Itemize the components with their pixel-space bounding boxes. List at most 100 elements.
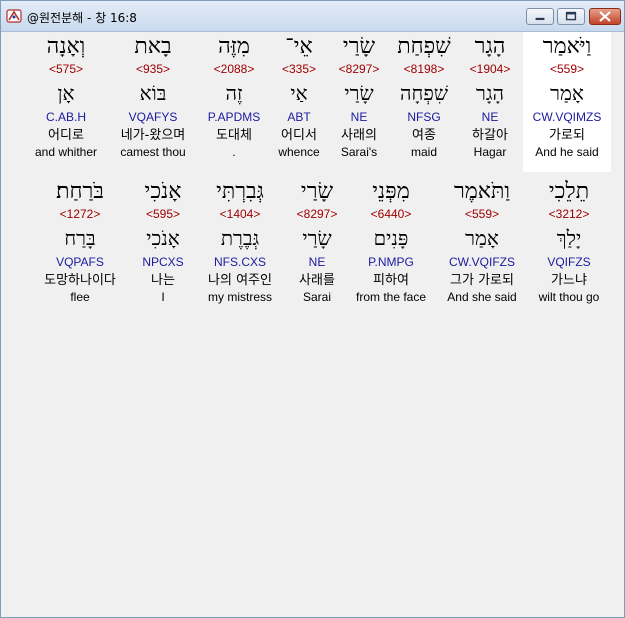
lemma-word: יָלַךְ [556,226,582,250]
lemma-word: פָּנִים [373,226,409,250]
word-cell[interactable]: שָׂרַי <8297> שָׂרַי NE 사래의 Sarai's [326,32,392,172]
parsing-code: VQAFYS [128,110,178,124]
strong-number[interactable]: <6440> [348,207,434,221]
english-gloss: maid [410,145,437,159]
lemma-word: הָגָר [476,81,504,105]
minimize-icon [535,17,545,21]
english-gloss: Sarai's [340,145,378,159]
lemma-word: שָׂרַי [302,226,332,250]
strong-number[interactable]: <1404> [198,207,282,221]
word-cell[interactable]: בֹּרַחַת׃ <1272> בָּרַח VQPAFS 도망하나이다 fl… [32,177,128,313]
hebrew-word: וַיֹּאמַר [542,34,592,59]
close-button[interactable] [589,8,621,25]
hebrew-word: גְּבִרְתִּי [216,179,264,204]
parsing-code: NPCXS [142,255,184,269]
hebrew-word: בָאת [134,34,172,59]
strong-number[interactable]: <559> [523,62,611,76]
korean-gloss: 피하여 [373,273,409,288]
strong-number[interactable]: <2088> [198,62,270,76]
strong-number[interactable]: <8297> [326,62,392,76]
close-icon [599,11,611,22]
hebrew-word: שִׁפְחַת [397,34,451,59]
hebrew-word: אָנֹכִי [144,179,182,204]
word-cell[interactable]: הָגָר <1904> הָגָר NE 하갈아 Hagar [456,32,524,172]
korean-gloss: 네가-왔으며 [120,128,186,143]
parsing-code: P.APDMS [207,110,261,124]
hebrew-word: תֵלֵכִי [548,179,590,204]
word-cell[interactable]: תֵלֵכִי <3212> יָלַךְ VQIFZS 가느냐 wilt th… [530,177,608,313]
hebrew-word: מִזֶּה [218,34,250,59]
parsing-code: NE [308,255,326,269]
strong-number[interactable]: <1904> [456,62,524,76]
lemma-word: גְּבֶרֶת [220,226,260,250]
english-gloss: my mistress [208,290,272,304]
strong-number[interactable]: <1272> [32,207,128,221]
parsing-code: NE [350,110,368,124]
hebrew-app-icon [6,8,22,24]
word-cell[interactable]: גְּבִרְתִּי <1404> גְּבֶרֶת NFS.CXS 나의 여… [198,177,282,313]
word-cell[interactable]: מִזֶּה <2088> זֶה P.APDMS 도대체 . [198,32,270,172]
parsing-code: CW.VQIFZS [449,255,515,269]
parsing-code: VQPAFS [56,255,104,269]
english-gloss: Sarai [302,290,331,304]
korean-gloss: 어디로 [48,128,84,143]
word-cell[interactable]: אָנֹכִי <595> אָנֹכִי NPCXS 나는 I [130,177,196,313]
korean-gloss: 하갈아 [472,128,508,143]
hebrew-word: שָׂרַי [342,34,376,59]
strong-number[interactable]: <559> [438,207,526,221]
parsing-code: P.NMPG [368,255,414,269]
korean-gloss: 가느냐 [551,273,587,288]
english-gloss: I [161,290,165,304]
strong-number[interactable]: <8297> [286,207,348,221]
parsing-code: VQIFZS [547,255,591,269]
english-gloss: Hagar [473,145,507,159]
korean-gloss: 도대체 [216,128,252,143]
minimize-button[interactable] [526,8,554,25]
korean-gloss: 나의 여주인 [208,273,272,288]
english-gloss: wilt thou go [538,290,600,304]
word-cell[interactable]: אֵי־ <335> אַי ABT 어디서 whence [268,32,330,172]
strong-number[interactable]: <935> [110,62,196,76]
word-cell[interactable]: בָאת <935> בּוֹא VQAFYS 네가-왔으며 camest th… [110,32,196,172]
verse-row-1: וַיֹּאמַר <559> אָמַר CW.VQIMZS 가로되 And … [6,32,617,172]
maximize-button[interactable] [557,8,585,25]
korean-gloss: 나는 [151,273,175,288]
lemma-word: שָׂרַי [344,81,374,105]
strong-number[interactable]: <595> [130,207,196,221]
hebrew-word: אֵי־ [285,34,313,59]
lemma-word: בּוֹא [139,81,167,105]
english-gloss: from the face [355,290,427,304]
verse-analysis-pane: וַיֹּאמַר <559> אָמַר CW.VQIMZS 가로되 And … [6,32,617,612]
strong-number[interactable]: <8198> [390,62,458,76]
hebrew-word: מִפְּנֵי [372,179,410,204]
parsing-code: ABT [287,110,311,124]
word-cell[interactable]: שָׂרַי <8297> שָׂרַי NE 사래를 Sarai [286,177,348,313]
parsing-code: NFSG [407,110,441,124]
english-gloss: camest thou [120,145,186,159]
lemma-word: אַי [290,81,308,105]
english-gloss: And she said [447,290,517,304]
korean-gloss: 여종 [412,128,436,143]
maximize-icon [565,11,577,21]
lemma-word: בָּרַח [64,226,96,250]
english-gloss: And he said [535,145,599,159]
word-cell[interactable]: שִׁפְחַת <8198> שִׁפְחָה NFSG 여종 maid [390,32,458,172]
lemma-word: אָנֹכִי [146,226,180,250]
korean-gloss: 사래를 [299,273,335,288]
word-cell[interactable]: וַיֹּאמַר <559> אָמַר CW.VQIMZS 가로되 And … [523,32,611,172]
title-bar[interactable]: @원전분해 - 창 16:8 [1,1,624,32]
word-cell[interactable]: וְאָנָה <575> אָן C.AB.H 어디로 and whither [30,32,102,172]
strong-number[interactable]: <335> [268,62,330,76]
word-cell[interactable]: וַתֹּאמֶר <559> אָמַר CW.VQIFZS 그가 가로되 A… [438,177,526,313]
lemma-word: אָן [57,81,75,105]
korean-gloss: 도망하나이다 [44,273,116,288]
parsing-code: NE [481,110,499,124]
hebrew-word: שָׂרַי [300,179,334,204]
word-cell[interactable]: מִפְּנֵי <6440> פָּנִים P.NMPG 피하여 from … [348,177,434,313]
korean-gloss: 사래의 [341,128,377,143]
parsing-code: C.AB.H [45,110,86,124]
parsing-code: NFS.CXS [213,255,266,269]
english-gloss: . [232,145,236,159]
strong-number[interactable]: <575> [30,62,102,76]
strong-number[interactable]: <3212> [530,207,608,221]
